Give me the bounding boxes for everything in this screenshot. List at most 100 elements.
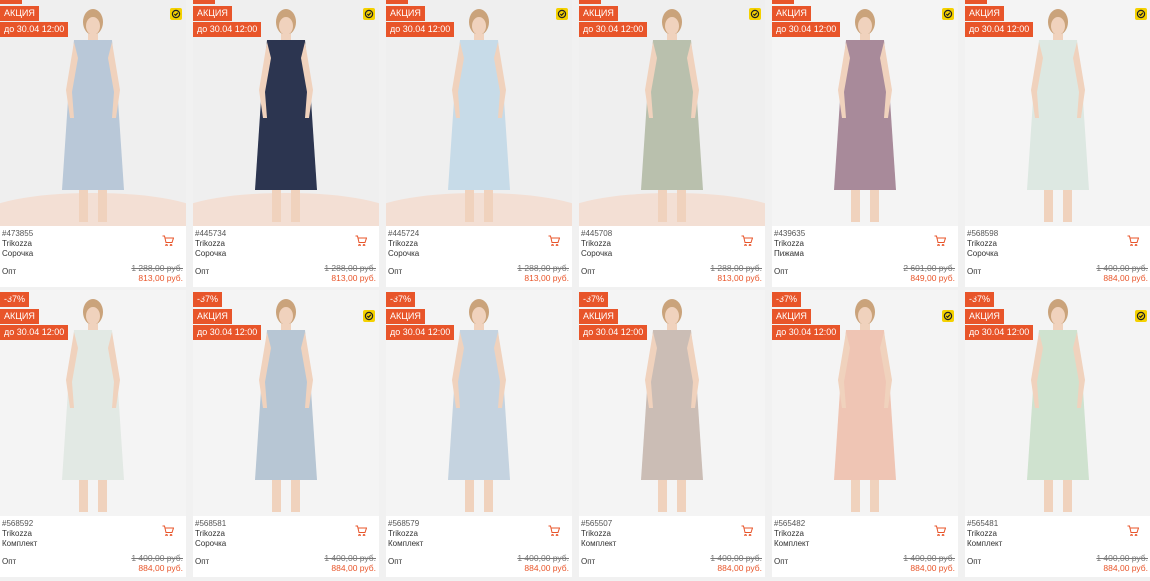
promo-badge: АКЦИЯ (579, 6, 618, 21)
product-type[interactable]: Комплект (967, 539, 1002, 549)
favorite-heart-icon[interactable] (386, 293, 400, 307)
product-sku: #445724 (388, 229, 420, 238)
product-type[interactable]: Комплект (581, 539, 616, 549)
product-card-568598[interactable]: АКЦИЯ до 30.04 12:00 #568598 Trikozza Сороч… (965, 0, 1150, 287)
product-type[interactable]: Сорочка (388, 249, 419, 259)
product-card-565481[interactable]: -37% АКЦИЯ до 30.04 12:00 #565481 Trikozza К… (965, 290, 1150, 577)
promo-marker-icon (1135, 8, 1147, 20)
product-card-445708[interactable]: АКЦИЯ до 30.04 12:00 #445708 Trikozza Сороч… (579, 0, 765, 287)
discount-badge-strip (193, 0, 215, 4)
product-photo[interactable]: -37% АКЦИЯ до 30.04 12:00 (386, 290, 572, 516)
product-card-565507[interactable]: -37% АКЦИЯ до 30.04 12:00 #565507 Trikozza К… (579, 290, 765, 577)
product-photo[interactable]: АКЦИЯ до 30.04 12:00 (193, 0, 379, 226)
add-to-cart-icon[interactable] (1127, 525, 1139, 536)
favorite-heart-icon[interactable] (772, 293, 786, 307)
wholesale-label: Опт (195, 557, 210, 566)
favorite-heart-icon[interactable] (0, 293, 14, 307)
product-card-473855[interactable]: АКЦИЯ до 30.04 12:00 #473855 Trikozza Сороч… (0, 0, 186, 287)
product-photo[interactable]: -37% АКЦИЯ до 30.04 12:00 (193, 290, 379, 516)
product-photo[interactable]: АКЦИЯ до 30.04 12:00 (965, 0, 1150, 226)
discount-badge-strip (579, 0, 601, 4)
price-block: 1 288,00 руб. 813,00 руб. (131, 263, 183, 283)
wholesale-label: Опт (388, 557, 403, 566)
product-meta: #568579 Trikozza Комплект (388, 519, 423, 549)
product-meta: #445734 Trikozza Сорочка (195, 229, 226, 259)
current-price: 849,00 руб. (910, 273, 955, 283)
promo-badge: АКЦИЯ (193, 309, 232, 324)
product-photo[interactable]: -37% АКЦИЯ до 30.04 12:00 (0, 290, 186, 516)
product-sku: #565482 (774, 519, 806, 528)
product-type[interactable]: Комплект (2, 539, 37, 549)
promo-until-badge: до 30.04 12:00 (579, 22, 648, 37)
wholesale-label: Опт (774, 267, 789, 276)
promo-badge: АКЦИЯ (965, 6, 1004, 21)
add-to-cart-icon[interactable] (162, 235, 174, 246)
promo-until-badge: до 30.04 12:00 (772, 22, 841, 37)
promo-badge: АКЦИЯ (579, 309, 618, 324)
product-type[interactable]: Пижама (774, 249, 805, 259)
product-type[interactable]: Комплект (388, 539, 423, 549)
product-card-568579[interactable]: -37% АКЦИЯ до 30.04 12:00 #568579 Trikozza К… (386, 290, 572, 577)
product-photo[interactable]: АКЦИЯ до 30.04 12:00 (772, 0, 958, 226)
old-price: 1 288,00 руб. (131, 263, 183, 273)
product-photo[interactable]: -37% АКЦИЯ до 30.04 12:00 (579, 290, 765, 516)
add-to-cart-icon[interactable] (934, 235, 946, 246)
product-brand: Trikozza (2, 239, 32, 248)
product-card-445724[interactable]: АКЦИЯ до 30.04 12:00 #445724 Trikozza Сороч… (386, 0, 572, 287)
favorite-heart-icon[interactable] (193, 293, 207, 307)
product-brand: Trikozza (388, 239, 418, 248)
add-to-cart-icon[interactable] (548, 235, 560, 246)
promo-badge: АКЦИЯ (772, 309, 811, 324)
price-block: 1 400,00 руб. 884,00 руб. (324, 553, 376, 573)
add-to-cart-icon[interactable] (934, 525, 946, 536)
promo-until-badge: до 30.04 12:00 (193, 22, 262, 37)
add-to-cart-icon[interactable] (355, 235, 367, 246)
product-type[interactable]: Сорочка (195, 249, 226, 259)
product-type[interactable]: Сорочка (2, 249, 33, 259)
product-sku: #568579 (388, 519, 420, 528)
product-brand: Trikozza (195, 239, 225, 248)
product-card-568581[interactable]: -37% АКЦИЯ до 30.04 12:00 #568581 Trikozza С… (193, 290, 379, 577)
price-block: 1 288,00 руб. 813,00 руб. (324, 263, 376, 283)
favorite-heart-icon[interactable] (965, 293, 979, 307)
product-photo[interactable]: -37% АКЦИЯ до 30.04 12:00 (772, 290, 958, 516)
product-card-445734[interactable]: АКЦИЯ до 30.04 12:00 #445734 Trikozza Сороч… (193, 0, 379, 287)
promo-until-badge: до 30.04 12:00 (386, 22, 455, 37)
product-meta: #568592 Trikozza Комплект (2, 519, 37, 549)
old-price: 1 400,00 руб. (710, 553, 762, 563)
product-type[interactable]: Комплект (774, 539, 809, 549)
price-block: 2 601,00 руб. 849,00 руб. (903, 263, 955, 283)
product-type[interactable]: Сорочка (195, 539, 226, 549)
wholesale-label: Опт (967, 267, 982, 276)
favorite-heart-icon[interactable] (579, 293, 593, 307)
product-photo[interactable]: -37% АКЦИЯ до 30.04 12:00 (965, 290, 1150, 516)
product-meta: #565507 Trikozza Комплект (581, 519, 616, 549)
product-type[interactable]: Сорочка (581, 249, 612, 259)
product-type[interactable]: Сорочка (967, 249, 998, 259)
product-sku: #445708 (581, 229, 613, 238)
add-to-cart-icon[interactable] (741, 235, 753, 246)
add-to-cart-icon[interactable] (355, 525, 367, 536)
product-photo[interactable]: АКЦИЯ до 30.04 12:00 (0, 0, 186, 226)
product-brand: Trikozza (388, 529, 418, 538)
add-to-cart-icon[interactable] (1127, 235, 1139, 246)
discount-badge-strip (386, 0, 408, 4)
product-photo[interactable]: АКЦИЯ до 30.04 12:00 (579, 0, 765, 226)
discount-badge-strip (0, 0, 22, 4)
product-card-439635[interactable]: АКЦИЯ до 30.04 12:00 #439635 Trikozza Пижам… (772, 0, 958, 287)
current-price: 884,00 руб. (717, 563, 762, 573)
product-brand: Trikozza (581, 239, 611, 248)
promo-until-badge: до 30.04 12:00 (0, 325, 69, 340)
discount-badge-strip (965, 0, 987, 4)
product-card-565482[interactable]: -37% АКЦИЯ до 30.04 12:00 #565482 Trikozza К… (772, 290, 958, 577)
product-card-568592[interactable]: -37% АКЦИЯ до 30.04 12:00 #568592 Trikozza К… (0, 290, 186, 577)
price-block: 1 400,00 руб. 884,00 руб. (1096, 553, 1148, 573)
old-price: 1 288,00 руб. (710, 263, 762, 273)
promo-until-badge: до 30.04 12:00 (772, 325, 841, 340)
old-price: 1 400,00 руб. (517, 553, 569, 563)
product-photo[interactable]: АКЦИЯ до 30.04 12:00 (386, 0, 572, 226)
add-to-cart-icon[interactable] (741, 525, 753, 536)
product-sku: #565481 (967, 519, 999, 528)
add-to-cart-icon[interactable] (162, 525, 174, 536)
add-to-cart-icon[interactable] (548, 525, 560, 536)
